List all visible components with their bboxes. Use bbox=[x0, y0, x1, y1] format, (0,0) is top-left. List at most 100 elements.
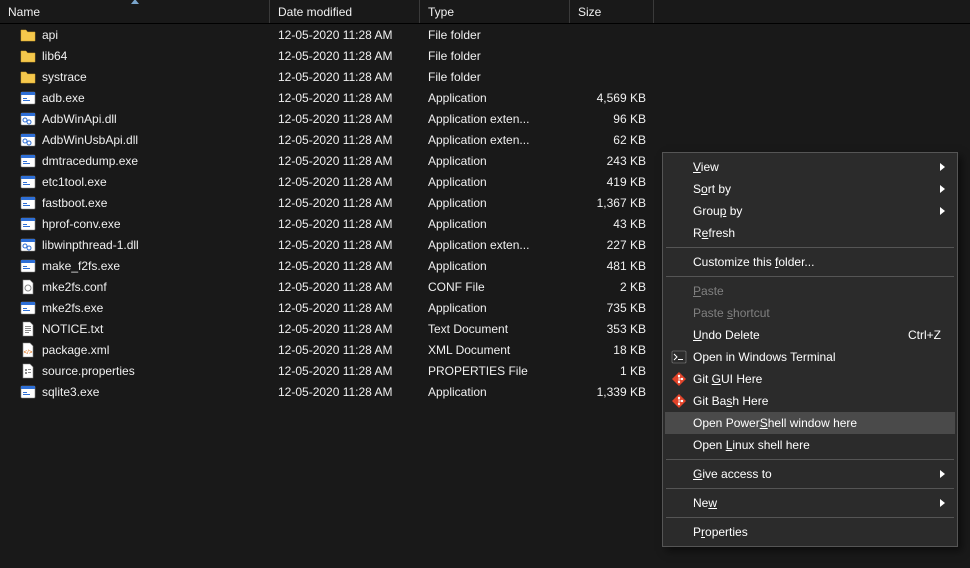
file-row[interactable]: lib6412-05-2020 11:28 AMFile folder bbox=[0, 45, 970, 66]
ctx-separator bbox=[666, 459, 954, 460]
file-type-cell: PROPERTIES File bbox=[420, 364, 570, 378]
file-name-cell: make_f2fs.exe bbox=[0, 258, 270, 274]
ctx-open-linux[interactable]: Open Linux shell here bbox=[665, 434, 955, 456]
file-name-label: NOTICE.txt bbox=[42, 322, 103, 336]
context-menu: View Sort by Group by Refresh Customize … bbox=[662, 152, 958, 547]
file-name-cell: mke2fs.conf bbox=[0, 279, 270, 295]
file-size-cell: 43 KB bbox=[570, 217, 654, 231]
file-date-cell: 12-05-2020 11:28 AM bbox=[270, 28, 420, 42]
file-size-cell: 419 KB bbox=[570, 175, 654, 189]
file-row[interactable]: systrace12-05-2020 11:28 AMFile folder bbox=[0, 66, 970, 87]
file-name-cell: mke2fs.exe bbox=[0, 300, 270, 316]
file-size-cell: 735 KB bbox=[570, 301, 654, 315]
submenu-arrow-icon bbox=[940, 185, 945, 193]
ctx-open-powershell[interactable]: Open PowerShell window here bbox=[665, 412, 955, 434]
ctx-separator bbox=[666, 247, 954, 248]
ctx-new[interactable]: New bbox=[665, 492, 955, 514]
ctx-group-by[interactable]: Group by bbox=[665, 200, 955, 222]
file-name-cell: hprof-conv.exe bbox=[0, 216, 270, 232]
column-header-date-label: Date modified bbox=[278, 5, 352, 19]
file-type-cell: Application bbox=[420, 91, 570, 105]
file-name-cell: package.xml bbox=[0, 342, 270, 358]
file-date-cell: 12-05-2020 11:28 AM bbox=[270, 259, 420, 273]
file-size-cell: 353 KB bbox=[570, 322, 654, 336]
file-name-label: AdbWinApi.dll bbox=[42, 112, 117, 126]
file-name-label: api bbox=[42, 28, 58, 42]
column-header-name[interactable]: Name bbox=[0, 0, 270, 23]
file-row[interactable]: adb.exe12-05-2020 11:28 AMApplication4,5… bbox=[0, 87, 970, 108]
ctx-git-bash[interactable]: Git Bash Here bbox=[665, 390, 955, 412]
file-date-cell: 12-05-2020 11:28 AM bbox=[270, 112, 420, 126]
file-name-cell: lib64 bbox=[0, 48, 270, 64]
submenu-arrow-icon bbox=[940, 207, 945, 215]
file-name-label: sqlite3.exe bbox=[42, 385, 99, 399]
file-name-cell: fastboot.exe bbox=[0, 195, 270, 211]
file-name-cell: etc1tool.exe bbox=[0, 174, 270, 190]
column-header-size[interactable]: Size bbox=[570, 0, 654, 23]
dll-icon bbox=[20, 132, 36, 148]
file-name-label: AdbWinUsbApi.dll bbox=[42, 133, 138, 147]
file-date-cell: 12-05-2020 11:28 AM bbox=[270, 301, 420, 315]
column-header-type-label: Type bbox=[428, 5, 454, 19]
exe-icon bbox=[20, 216, 36, 232]
file-size-cell: 1 KB bbox=[570, 364, 654, 378]
conf-icon bbox=[20, 279, 36, 295]
ctx-paste-shortcut: Paste shortcut bbox=[665, 302, 955, 324]
file-type-cell: Application exten... bbox=[420, 112, 570, 126]
file-date-cell: 12-05-2020 11:28 AM bbox=[270, 196, 420, 210]
file-row[interactable]: AdbWinApi.dll 12-05-2020 11:28 AMApplicat… bbox=[0, 108, 970, 129]
file-size-cell: 1,367 KB bbox=[570, 196, 654, 210]
exe-icon bbox=[20, 174, 36, 190]
ctx-refresh[interactable]: Refresh bbox=[665, 222, 955, 244]
file-row[interactable]: api 12-05-2020 11:28 AMFile folder bbox=[0, 24, 970, 45]
exe-icon bbox=[20, 300, 36, 316]
ctx-undo-delete[interactable]: Undo DeleteCtrl+Z bbox=[665, 324, 955, 346]
file-size-cell: 481 KB bbox=[570, 259, 654, 273]
file-date-cell: 12-05-2020 11:28 AM bbox=[270, 280, 420, 294]
file-type-cell: CONF File bbox=[420, 280, 570, 294]
file-type-cell: Application bbox=[420, 259, 570, 273]
file-name-cell: libwinpthread-1.dll bbox=[0, 237, 270, 253]
file-type-cell: File folder bbox=[420, 28, 570, 42]
ctx-open-terminal[interactable]: Open in Windows Terminal bbox=[665, 346, 955, 368]
file-name-label: dmtracedump.exe bbox=[42, 154, 138, 168]
file-name-cell: source.properties bbox=[0, 363, 270, 379]
ctx-git-gui[interactable]: Git GUI Here bbox=[665, 368, 955, 390]
file-name-label: adb.exe bbox=[42, 91, 85, 105]
ctx-give-access[interactable]: Give access to bbox=[665, 463, 955, 485]
folder-icon bbox=[20, 48, 36, 64]
ctx-separator bbox=[666, 488, 954, 489]
file-date-cell: 12-05-2020 11:28 AM bbox=[270, 343, 420, 357]
dll-icon bbox=[20, 237, 36, 253]
file-date-cell: 12-05-2020 11:28 AM bbox=[270, 385, 420, 399]
column-header-date[interactable]: Date modified bbox=[270, 0, 420, 23]
ctx-customize[interactable]: Customize this folder... bbox=[665, 251, 955, 273]
file-size-cell: 227 KB bbox=[570, 238, 654, 252]
file-name-label: etc1tool.exe bbox=[42, 175, 107, 189]
file-size-cell: 18 KB bbox=[570, 343, 654, 357]
ctx-undo-shortcut: Ctrl+Z bbox=[908, 328, 941, 342]
file-size-cell: 4,569 KB bbox=[570, 91, 654, 105]
file-date-cell: 12-05-2020 11:28 AM bbox=[270, 49, 420, 63]
column-header-type[interactable]: Type bbox=[420, 0, 570, 23]
file-date-cell: 12-05-2020 11:28 AM bbox=[270, 217, 420, 231]
file-name-label: package.xml bbox=[42, 343, 109, 357]
column-header-size-label: Size bbox=[578, 5, 601, 19]
file-type-cell: File folder bbox=[420, 70, 570, 84]
folder-icon bbox=[20, 27, 36, 43]
file-row[interactable]: AdbWinUsbApi.dll12-05-2020 11:28 AMAppli… bbox=[0, 129, 970, 150]
ctx-properties[interactable]: Properties bbox=[665, 521, 955, 543]
file-name-label: fastboot.exe bbox=[42, 196, 107, 210]
terminal-icon bbox=[671, 349, 687, 365]
file-name-cell: AdbWinUsbApi.dll bbox=[0, 132, 270, 148]
folder-icon bbox=[20, 69, 36, 85]
exe-icon bbox=[20, 195, 36, 211]
exe-icon bbox=[20, 153, 36, 169]
ctx-sort-by[interactable]: Sort by bbox=[665, 178, 955, 200]
ctx-view[interactable]: View bbox=[665, 156, 955, 178]
file-size-cell: 1,339 KB bbox=[570, 385, 654, 399]
file-date-cell: 12-05-2020 11:28 AM bbox=[270, 364, 420, 378]
file-name-label: libwinpthread-1.dll bbox=[42, 238, 139, 252]
git-icon bbox=[671, 371, 687, 387]
file-type-cell: Application bbox=[420, 196, 570, 210]
